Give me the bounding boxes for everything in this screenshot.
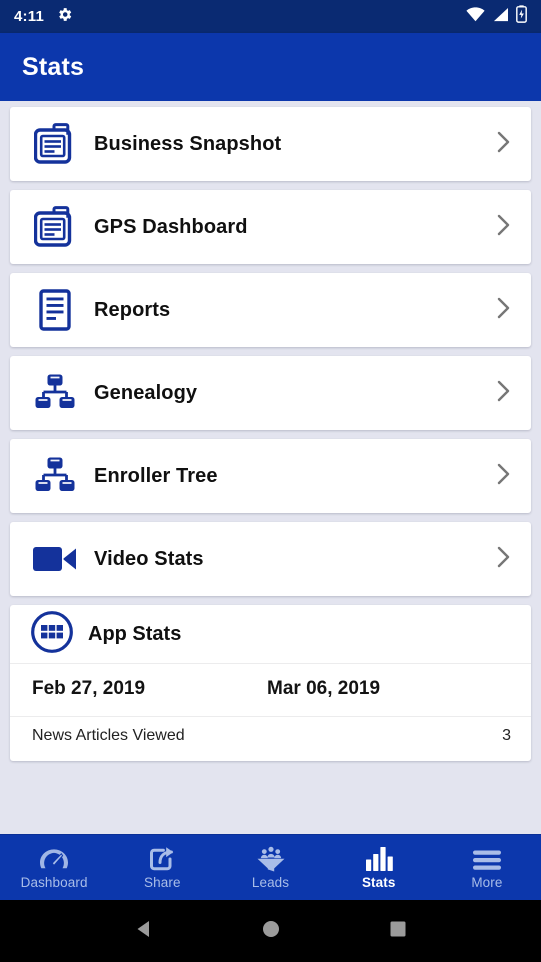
menu-item-reports[interactable]: Reports bbox=[10, 273, 531, 347]
menu-item-label: Video Stats bbox=[94, 547, 204, 570]
recents-square-icon[interactable] bbox=[387, 918, 409, 945]
gear-icon bbox=[56, 6, 73, 28]
hamburger-icon bbox=[472, 846, 502, 872]
battery-charging-icon bbox=[516, 5, 527, 28]
video-camera-icon bbox=[30, 534, 80, 584]
date-range-row: Feb 27, 2019 Mar 06, 2019 bbox=[10, 663, 531, 716]
menu-item-video-stats[interactable]: Video Stats bbox=[10, 522, 531, 596]
wifi-icon bbox=[466, 6, 485, 27]
menu-item-gps-dashboard[interactable]: GPS Dashboard bbox=[10, 190, 531, 264]
menu-item-enroller-tree[interactable]: Enroller Tree bbox=[10, 439, 531, 513]
menu-item-label: GPS Dashboard bbox=[94, 215, 248, 238]
stat-row-value: 3 bbox=[502, 727, 511, 744]
app-grid-circle-icon bbox=[30, 610, 74, 659]
org-tree-icon bbox=[30, 451, 80, 501]
chevron-right-icon bbox=[495, 460, 513, 493]
chevron-right-icon bbox=[495, 128, 513, 161]
clipboard-icon bbox=[30, 119, 80, 169]
document-icon bbox=[30, 285, 80, 335]
nav-item-label: Dashboard bbox=[20, 874, 88, 890]
stat-row-label: News Articles Viewed bbox=[32, 727, 185, 744]
menu-item-label: Enroller Tree bbox=[94, 464, 218, 487]
nav-item-dashboard[interactable]: Dashboard bbox=[0, 835, 108, 900]
app-bar: Stats bbox=[0, 33, 541, 101]
content-scroll-area[interactable]: Business Snapshot GPS Dashboard Reports … bbox=[0, 101, 541, 834]
cellular-signal-icon bbox=[492, 7, 509, 27]
stat-row-news-articles-viewed: News Articles Viewed 3 bbox=[10, 716, 531, 761]
share-icon bbox=[149, 846, 176, 872]
app-stats-header[interactable]: App Stats bbox=[10, 605, 531, 663]
menu-item-label: Business Snapshot bbox=[94, 132, 282, 155]
home-circle-icon[interactable] bbox=[260, 918, 282, 945]
date-end[interactable]: Mar 06, 2019 bbox=[267, 678, 380, 700]
menu-item-label: Genealogy bbox=[94, 381, 198, 404]
status-bar-clock: 4:11 bbox=[14, 8, 44, 25]
clipboard-icon bbox=[30, 202, 80, 252]
nav-item-share[interactable]: Share bbox=[108, 835, 216, 900]
app-stats-label: App Stats bbox=[88, 622, 182, 645]
nav-item-stats[interactable]: Stats bbox=[325, 835, 433, 900]
status-bar: 4:11 bbox=[0, 0, 541, 33]
nav-item-label: Share bbox=[144, 874, 181, 890]
menu-item-genealogy[interactable]: Genealogy bbox=[10, 356, 531, 430]
status-bar-right bbox=[466, 5, 527, 28]
chevron-right-icon bbox=[495, 377, 513, 410]
chevron-right-icon bbox=[495, 211, 513, 244]
nav-item-label: Leads bbox=[251, 874, 290, 890]
date-start[interactable]: Feb 27, 2019 bbox=[32, 678, 145, 700]
nav-item-label: Stats bbox=[361, 874, 396, 890]
app-stats-card: App Stats Feb 27, 2019 Mar 06, 2019 News… bbox=[10, 605, 531, 761]
speedometer-icon bbox=[39, 846, 69, 872]
nav-item-leads[interactable]: Leads bbox=[216, 835, 324, 900]
menu-item-business-snapshot[interactable]: Business Snapshot bbox=[10, 107, 531, 181]
menu-item-label: Reports bbox=[94, 298, 171, 321]
nav-item-label: More bbox=[471, 874, 503, 890]
chevron-right-icon bbox=[495, 294, 513, 327]
nav-item-more[interactable]: More bbox=[433, 835, 541, 900]
lead-funnel-icon bbox=[256, 846, 286, 872]
bottom-navigation-bar: Dashboard Share Leads Stats More bbox=[0, 834, 541, 900]
phone-screen: 4:11 Stats Business Snapshot GPS Dashboa… bbox=[0, 0, 541, 962]
android-system-navigation-bar bbox=[0, 900, 541, 962]
page-title: Stats bbox=[22, 52, 85, 81]
back-triangle-icon[interactable] bbox=[133, 918, 155, 945]
bar-chart-icon bbox=[365, 846, 393, 872]
status-bar-left: 4:11 bbox=[14, 6, 73, 28]
chevron-right-icon bbox=[495, 543, 513, 576]
org-tree-icon bbox=[30, 368, 80, 418]
